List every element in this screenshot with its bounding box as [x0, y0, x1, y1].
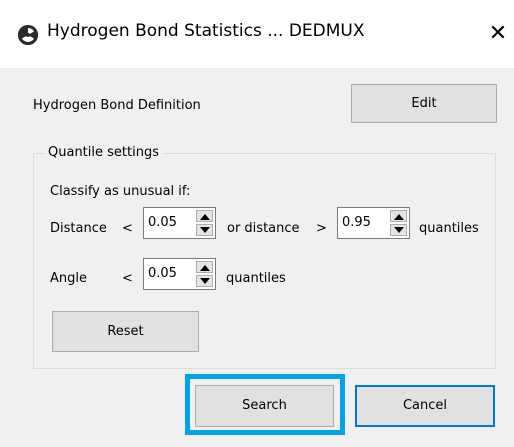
- distance-lt-symbol: <: [122, 221, 133, 236]
- spin-down-button[interactable]: [390, 224, 407, 236]
- arrow-down-icon: [200, 278, 210, 284]
- edit-button[interactable]: Edit: [351, 84, 497, 123]
- close-icon: ✕: [488, 21, 508, 46]
- quantile-settings-title: Quantile settings: [44, 145, 163, 160]
- radiation-icon: [18, 25, 38, 45]
- search-button[interactable]: Search: [195, 385, 334, 427]
- angle-label: Angle: [50, 271, 87, 286]
- spin-up-button[interactable]: [390, 210, 407, 222]
- distance-low-spinner[interactable]: 0.05: [143, 207, 216, 239]
- distance-high-spinner[interactable]: 0.95: [337, 207, 410, 239]
- arrow-up-icon: [200, 265, 210, 271]
- quantiles-label-distance: quantiles: [419, 221, 479, 236]
- classify-label: Classify as unusual if:: [50, 184, 191, 199]
- hbond-definition-label: Hydrogen Bond Definition: [33, 98, 201, 113]
- arrow-down-icon: [200, 227, 210, 233]
- distance-high-value: 0.95: [342, 215, 371, 230]
- spinner-arrows: [390, 210, 407, 236]
- dialog-window: Hydrogen Bond Statistics ... DEDMUX ✕ Hy…: [0, 0, 514, 447]
- cancel-button[interactable]: Cancel: [355, 385, 495, 427]
- angle-low-value: 0.05: [148, 266, 177, 281]
- spin-down-button[interactable]: [196, 275, 213, 287]
- arrow-down-icon: [394, 227, 404, 233]
- distance-gt-symbol: >: [316, 221, 327, 236]
- spinner-arrows: [196, 210, 213, 236]
- angle-lt-symbol: <: [122, 271, 133, 286]
- spin-up-button[interactable]: [196, 210, 213, 222]
- quantiles-label-angle: quantiles: [226, 271, 286, 286]
- close-button[interactable]: ✕: [482, 16, 514, 52]
- title-bar: Hydrogen Bond Statistics ... DEDMUX ✕: [0, 0, 514, 68]
- angle-low-spinner[interactable]: 0.05: [143, 258, 216, 290]
- arrow-up-icon: [394, 214, 404, 220]
- arrow-up-icon: [200, 214, 210, 220]
- or-distance-label: or distance: [227, 221, 300, 236]
- window-title: Hydrogen Bond Statistics ... DEDMUX: [47, 21, 365, 41]
- spinner-arrows: [196, 261, 213, 287]
- distance-label: Distance: [50, 221, 107, 236]
- reset-button[interactable]: Reset: [52, 311, 199, 352]
- spin-up-button[interactable]: [196, 261, 213, 273]
- distance-low-value: 0.05: [148, 215, 177, 230]
- spin-down-button[interactable]: [196, 224, 213, 236]
